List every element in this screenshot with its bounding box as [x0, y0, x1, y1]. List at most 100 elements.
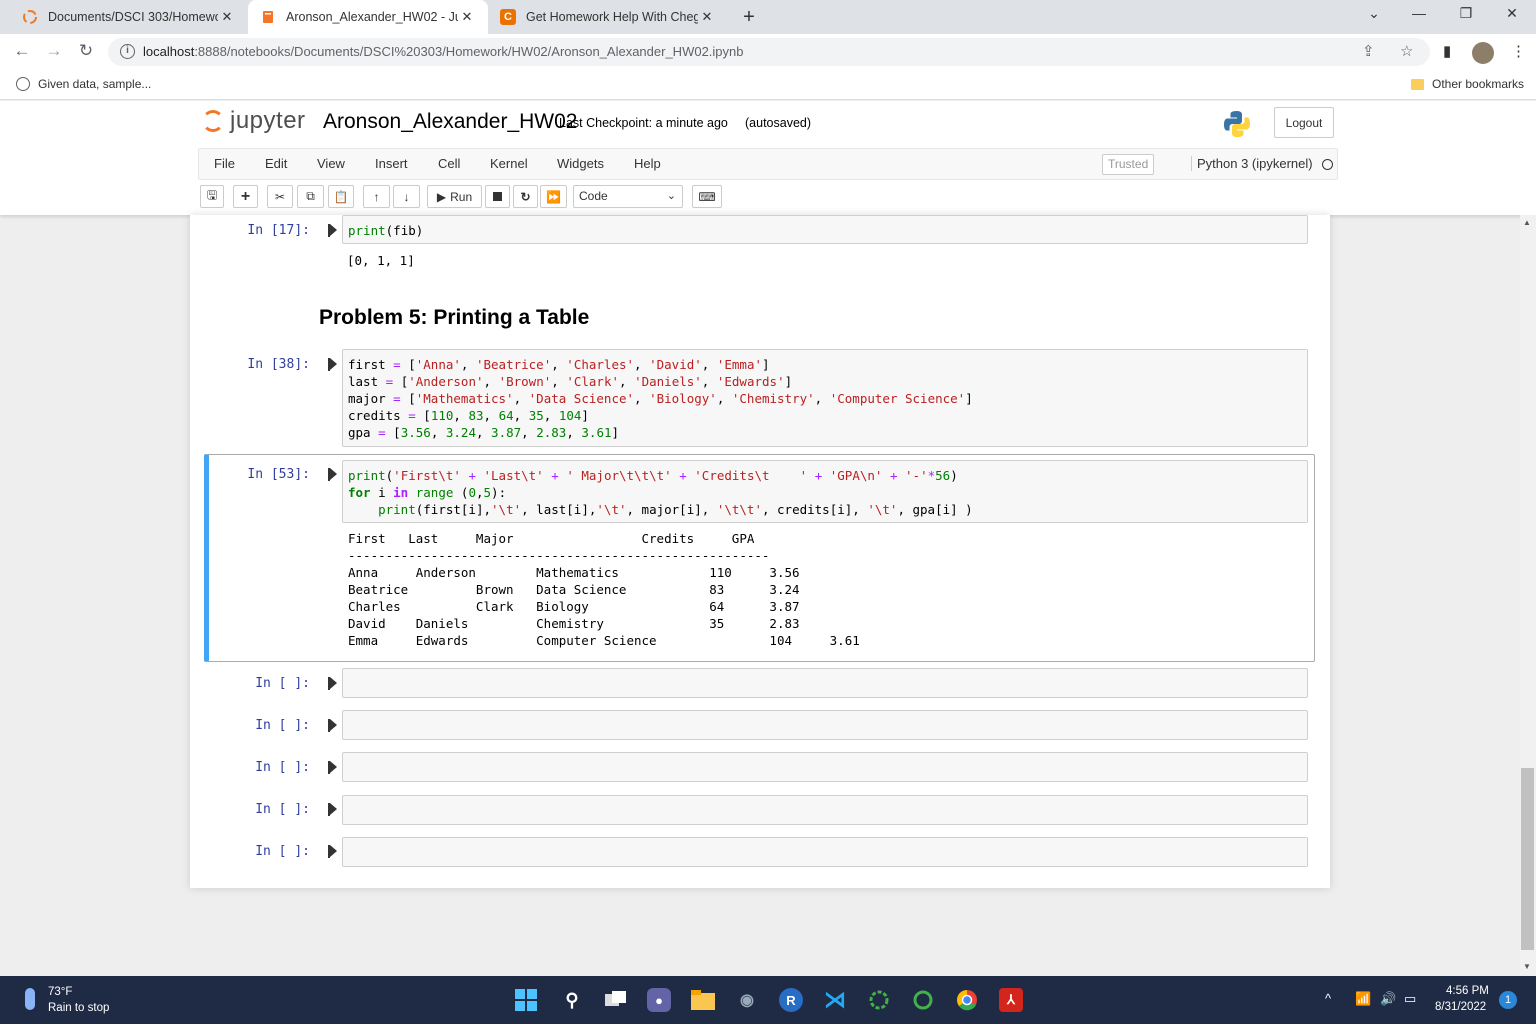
code-line: print(first[i],'\t', last[i],'\t', major… [378, 502, 973, 517]
interrupt-button[interactable] [485, 185, 510, 208]
run-cell-icon[interactable] [328, 358, 338, 371]
menu-insert[interactable]: Insert [375, 156, 408, 171]
copy-button[interactable]: ⧉ [297, 185, 324, 208]
trusted-badge[interactable]: Trusted [1102, 154, 1155, 175]
code-cell-input[interactable]: print(fib) [342, 215, 1308, 244]
bookmark-other[interactable]: Other bookmarks [1411, 77, 1524, 91]
chrome-icon[interactable] [955, 988, 979, 1012]
anaconda-icon[interactable] [867, 988, 891, 1012]
run-cell-icon[interactable] [328, 224, 338, 237]
vscode-icon[interactable]: ⋊ [823, 987, 847, 1012]
star-icon[interactable]: ☆ [1400, 42, 1413, 60]
acrobat-icon[interactable]: ⅄ [999, 988, 1023, 1012]
code-cell-input[interactable]: print('First\t' + 'Last\t' + ' Major\t\t… [342, 460, 1308, 523]
menu-widgets[interactable]: Widgets [557, 156, 604, 171]
notification-badge[interactable]: 1 [1499, 991, 1517, 1009]
command-palette-button[interactable]: ⌨ [692, 185, 722, 208]
share-icon[interactable]: ⇪ [1362, 42, 1375, 60]
run-cell-icon[interactable] [328, 677, 338, 690]
rstudio-icon[interactable]: ◉ [735, 988, 759, 1012]
teams-icon[interactable]: ● [647, 988, 671, 1012]
chevron-up-icon[interactable]: ^ [1325, 991, 1331, 1006]
back-icon[interactable]: ← [10, 41, 34, 61]
jupyter-logo[interactable]: jupyter [202, 107, 306, 135]
run-button[interactable]: ▶ Run [427, 185, 482, 208]
scroll-up-icon[interactable]: ▲ [1523, 218, 1531, 227]
volume-icon[interactable]: 🔊 [1380, 991, 1396, 1007]
bookmark-given-data[interactable]: Given data, sample... [16, 77, 151, 91]
avatar[interactable] [1472, 42, 1494, 64]
cell-prompt: In [ ]: [255, 802, 310, 817]
new-tab-button[interactable]: + [738, 6, 760, 29]
stop-icon [493, 192, 502, 201]
restart-button[interactable]: ↻ [513, 185, 538, 208]
notebook-name[interactable]: Aronson_Alexander_HW02 [323, 110, 577, 134]
menu-cell[interactable]: Cell [438, 156, 460, 171]
tab-chegg[interactable]: C Get Homework Help With Chegg ✕ [488, 0, 728, 34]
browser-toolbar: ← → ↻ i localhost:8888/notebooks/Documen… [0, 34, 1536, 70]
wifi-icon[interactable]: 📶 [1355, 991, 1371, 1007]
weather-temp[interactable]: 73°F [48, 986, 72, 998]
menu-help[interactable]: Help [634, 156, 661, 171]
run-cell-icon[interactable] [328, 803, 338, 816]
forward-icon[interactable]: → [42, 41, 66, 61]
empty-code-cell[interactable] [342, 837, 1308, 867]
close-icon[interactable]: ✕ [218, 9, 236, 25]
run-cell-icon[interactable] [328, 761, 338, 774]
close-icon[interactable]: ✕ [458, 9, 476, 25]
r-icon[interactable]: R [779, 988, 803, 1012]
close-icon[interactable]: ✕ [698, 9, 716, 25]
clock-date[interactable]: 8/31/2022 [1435, 1001, 1486, 1013]
menu-file[interactable]: File [214, 156, 235, 171]
autosave-status: (autosaved) [745, 116, 812, 130]
url-path: :8888/notebooks/Documents/DSCI%20303/Hom… [194, 44, 744, 59]
empty-code-cell[interactable] [342, 752, 1308, 782]
empty-code-cell[interactable] [342, 668, 1308, 698]
address-bar[interactable]: i localhost:8888/notebooks/Documents/DSC… [108, 38, 1430, 66]
code-cell-input[interactable]: first = ['Anna', 'Beatrice', 'Charles', … [342, 349, 1308, 447]
markdown-heading[interactable]: Problem 5: Printing a Table [319, 306, 589, 330]
clock-time[interactable]: 4:56 PM [1446, 985, 1489, 997]
menu-kernel[interactable]: Kernel [490, 156, 528, 171]
jupyter-app-icon[interactable] [911, 988, 935, 1012]
insert-cell-button[interactable]: + [233, 185, 258, 208]
restart-run-all-button[interactable]: ⏩ [540, 185, 567, 208]
chevron-down-icon[interactable]: ⌄ [1360, 5, 1388, 22]
jupyter-logo-text: jupyter [230, 107, 306, 134]
scroll-down-icon[interactable]: ▼ [1523, 962, 1531, 971]
tab-notebook[interactable]: Aronson_Alexander_HW02 - Jupy ✕ [248, 0, 488, 34]
more-icon[interactable]: ⋮ [1511, 42, 1526, 60]
logout-button[interactable]: Logout [1274, 107, 1334, 138]
run-cell-icon[interactable] [328, 719, 338, 732]
battery-icon[interactable]: ▭ [1404, 991, 1416, 1007]
minimize-icon[interactable]: — [1405, 5, 1433, 21]
cell-type-select[interactable]: Code ⌄ [573, 185, 683, 208]
weather-desc[interactable]: Rain to stop [48, 1002, 109, 1014]
reload-icon[interactable]: ↻ [74, 41, 98, 61]
run-cell-icon[interactable] [328, 468, 338, 481]
windows-start-icon[interactable] [514, 988, 538, 1012]
run-cell-icon[interactable] [328, 845, 338, 858]
file-explorer-icon[interactable] [691, 988, 715, 1012]
kernel-name[interactable]: Python 3 (ipykernel) [1191, 156, 1313, 171]
info-icon[interactable]: i [120, 44, 135, 59]
empty-code-cell[interactable] [342, 795, 1308, 825]
menu-edit[interactable]: Edit [265, 156, 287, 171]
code-line: print(fib) [348, 223, 424, 238]
restore-icon[interactable]: ❐ [1452, 5, 1480, 22]
tab-documents[interactable]: Documents/DSCI 303/Homework ✕ [10, 0, 248, 34]
cut-button[interactable]: ✂ [267, 185, 293, 208]
search-icon[interactable]: ⚲ [560, 988, 584, 1012]
close-window-icon[interactable]: ✕ [1498, 5, 1526, 22]
paste-button[interactable]: 📋 [328, 185, 354, 208]
scrollbar-thumb[interactable] [1521, 768, 1534, 950]
move-down-button[interactable]: ↓ [393, 185, 420, 208]
url-host: localhost [143, 44, 195, 59]
menu-view[interactable]: View [317, 156, 345, 171]
notebook-container: In [17]: print(fib) [0, 1, 1] Problem 5:… [190, 215, 1330, 888]
task-view-icon[interactable] [604, 988, 628, 1012]
side-panel-icon[interactable]: ▮ [1443, 42, 1451, 60]
move-up-button[interactable]: ↑ [363, 185, 390, 208]
save-button[interactable]: 🖫 [200, 185, 224, 208]
empty-code-cell[interactable] [342, 710, 1308, 740]
